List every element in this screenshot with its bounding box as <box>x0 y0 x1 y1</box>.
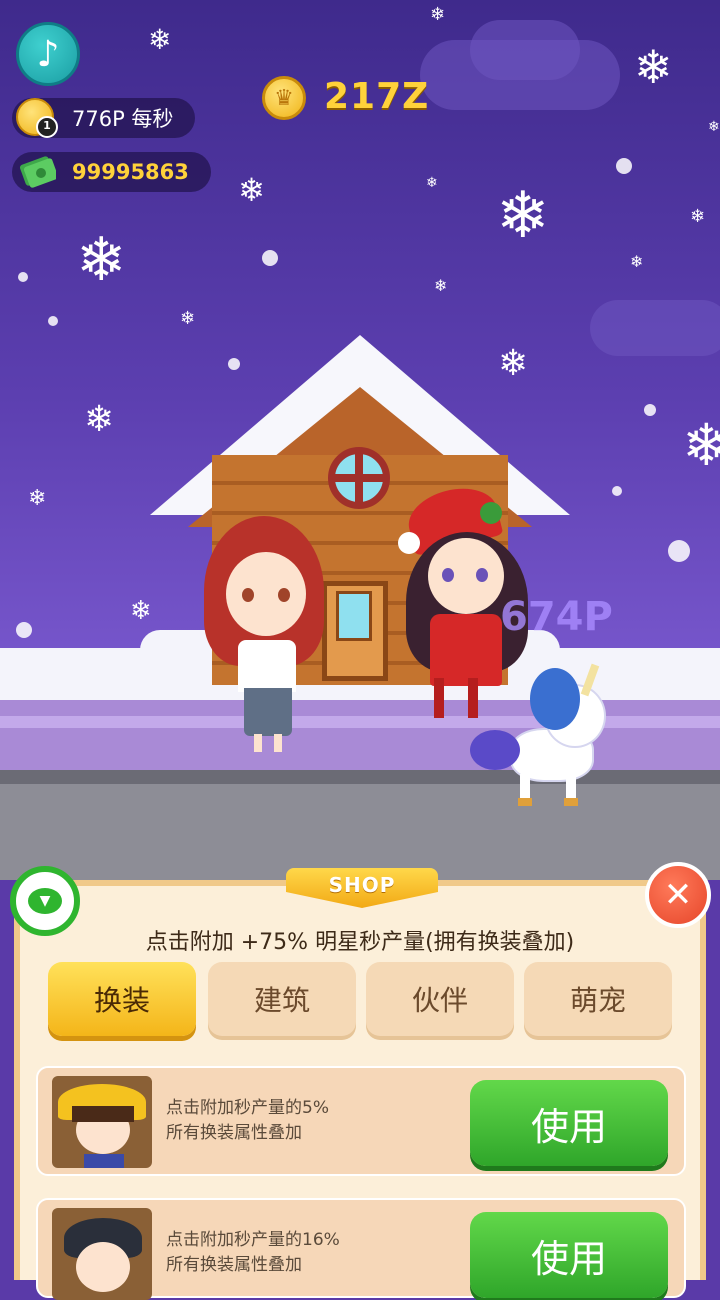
item-stack-line: 所有换装属性叠加 <box>166 1123 302 1143</box>
crown-coin-icon: ♛ <box>262 76 306 120</box>
snowflake-icon: ❄ <box>682 411 720 479</box>
item-bonus-line: 点击附加秒产量的5% <box>166 1098 329 1118</box>
cash-balance: 99995863 <box>12 152 211 192</box>
snowflake-icon: ❄ <box>634 40 673 94</box>
shop-item: 点击附加秒产量的16% 所有换装属性叠加 使用 <box>36 1198 686 1300</box>
chat-collapse-icon: ▼ <box>28 888 62 914</box>
item-description: 点击附加秒产量的5% 所有换装属性叠加 <box>166 1096 329 1146</box>
snowflake-icon: ❄ <box>430 4 446 25</box>
cash-icon <box>20 156 56 188</box>
cloud <box>590 300 720 356</box>
item-bonus-line: 点击附加秒产量的16% <box>166 1230 340 1250</box>
snow-dot <box>48 316 58 326</box>
snow-dot <box>612 486 622 496</box>
tab-outfit[interactable]: 换装 <box>48 962 196 1036</box>
snow-dot <box>18 272 28 282</box>
snowflake-icon: ❄ <box>630 252 644 271</box>
item-stack-line: 所有换装属性叠加 <box>166 1255 302 1275</box>
shop-item: 点击附加秒产量的5% 所有换装属性叠加 使用 <box>36 1066 686 1176</box>
floating-earnings-text: 674P <box>500 594 613 640</box>
coin-icon: 1 <box>16 98 58 138</box>
snowflake-icon: ❄ <box>238 171 265 209</box>
total-currency: 217Z <box>324 76 430 117</box>
snowflake-icon: ❄ <box>84 399 115 440</box>
snowflake-icon: ❄ <box>496 179 550 253</box>
close-icon: ✕ <box>663 875 693 915</box>
cloud <box>470 20 580 80</box>
snowflake-icon: ❄ <box>130 596 152 626</box>
snowflake-icon: ❄ <box>434 276 448 295</box>
income-per-second-text: 776P 每秒 <box>72 107 174 131</box>
outfit-thumbnail <box>52 1076 152 1168</box>
cash-amount: 99995863 <box>72 160 189 184</box>
snowflake-icon: ❄ <box>690 206 706 227</box>
snow-dot <box>668 540 690 562</box>
use-button[interactable]: 使用 <box>470 1212 668 1298</box>
shop-title: SHOP <box>328 873 396 897</box>
snowflake-icon: ❄ <box>28 486 47 511</box>
tab-building[interactable]: 建筑 <box>208 962 356 1036</box>
red-hair-character[interactable] <box>200 516 330 756</box>
income-per-second: 1 776P 每秒 <box>12 98 196 138</box>
tab-pet[interactable]: 萌宠 <box>524 962 672 1036</box>
snow-dot <box>616 158 632 174</box>
snow-dot <box>262 250 278 266</box>
coin-badge: 1 <box>36 116 58 138</box>
outfit-thumbnail <box>52 1208 152 1300</box>
use-button[interactable]: 使用 <box>470 1080 668 1166</box>
snowflake-icon: ❄ <box>76 225 127 295</box>
round-window <box>328 447 390 509</box>
snowflake-icon: ❄ <box>708 119 720 135</box>
music-note-icon: ♪ <box>36 33 60 75</box>
snow-dot <box>16 622 32 638</box>
music-toggle-button[interactable]: ♪ <box>16 22 80 86</box>
door-window <box>336 591 372 641</box>
snowflake-icon: ❄ <box>426 175 438 191</box>
unicorn-pet[interactable] <box>470 663 620 814</box>
close-button[interactable]: ✕ <box>645 862 711 928</box>
item-description: 点击附加秒产量的16% 所有换装属性叠加 <box>166 1228 340 1278</box>
snowflake-icon: ❄ <box>148 23 172 56</box>
click-bonus-text: 点击附加 +75% 明星秒产量(拥有换装叠加) <box>145 930 575 955</box>
tab-partner[interactable]: 伙伴 <box>366 962 514 1036</box>
snow-dot <box>644 404 656 416</box>
